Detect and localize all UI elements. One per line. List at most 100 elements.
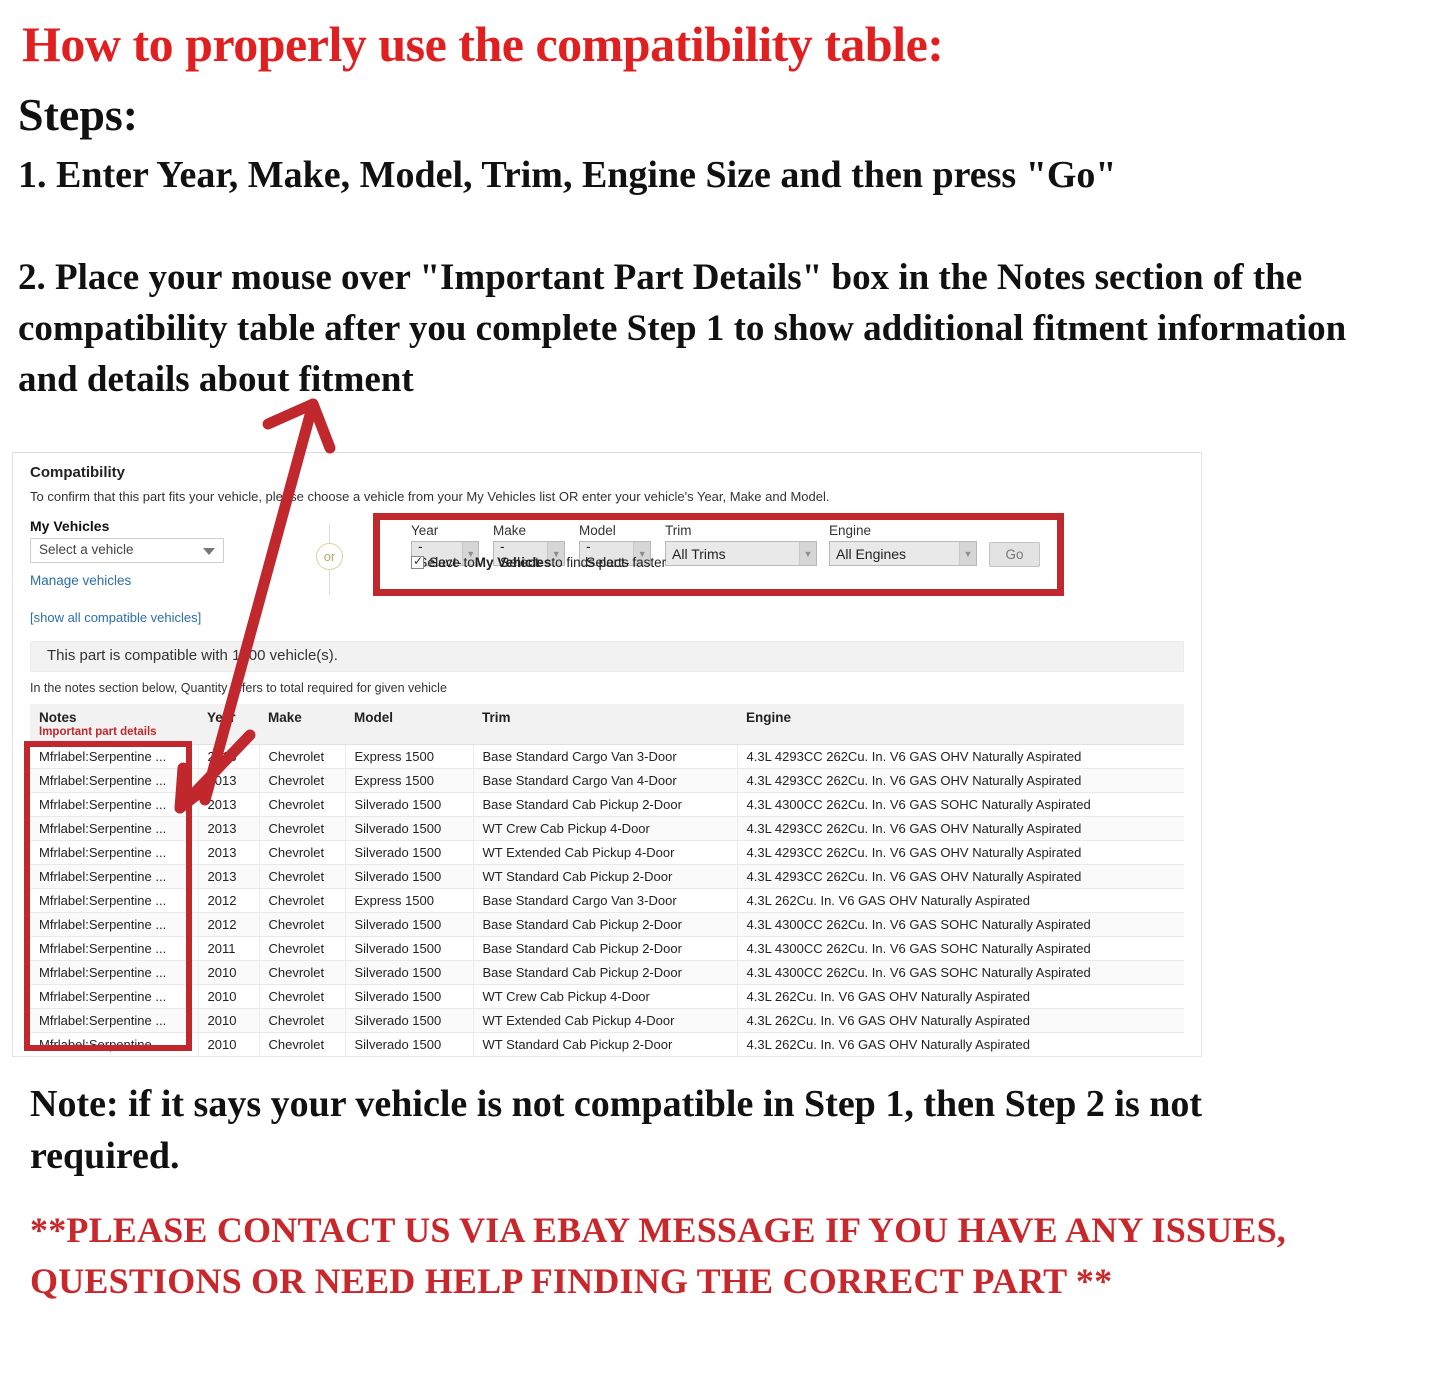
- cell-engine: 4.3L 262Cu. In. V6 GAS OHV Naturally Asp…: [737, 984, 1184, 1009]
- cell-model: Silverado 1500: [345, 936, 474, 961]
- cell-year: 2012: [198, 888, 260, 913]
- model-label: Model: [579, 523, 616, 538]
- save-to-my-vehicles-checkbox[interactable]: [411, 554, 424, 569]
- cell-trim: Base Standard Cab Pickup 2-Door: [473, 936, 738, 961]
- cell-engine: 4.3L 262Cu. In. V6 GAS OHV Naturally Asp…: [737, 1032, 1184, 1057]
- cell-year: 2011: [198, 936, 260, 961]
- cell-make: Chevrolet: [259, 744, 346, 769]
- my-vehicles-label: My Vehicles: [30, 518, 110, 534]
- cell-trim: WT Extended Cab Pickup 4-Door: [473, 1008, 738, 1033]
- cell-year: 2010: [198, 1032, 260, 1057]
- cell-trim: WT Standard Cab Pickup 2-Door: [473, 1032, 738, 1057]
- table-row: Mfrlabel:Serpentine ... 2010 Chevrolet Silv…: [30, 984, 1184, 1009]
- cell-engine: 4.3L 262Cu. In. V6 GAS OHV Naturally Asp…: [737, 888, 1184, 913]
- save-prefix-label: Save to: [429, 555, 475, 570]
- cell-model: Silverado 1500: [345, 960, 474, 985]
- table-row: Mfrlabel:Serpentine ... 2013 Chevrolet Silv…: [30, 816, 1184, 841]
- cell-make: Chevrolet: [259, 864, 346, 889]
- save-suffix-label: to finds parts faster: [551, 555, 667, 570]
- steps-label: Steps:: [18, 89, 139, 140]
- cell-model: Express 1500: [345, 888, 474, 913]
- engine-field[interactable]: Engine All Engines ▼: [829, 523, 977, 566]
- cell-engine: 4.3L 262Cu. In. V6 GAS OHV Naturally Asp…: [737, 1008, 1184, 1033]
- cell-year: 2010: [198, 1008, 260, 1033]
- cell-year: 2013: [198, 864, 260, 889]
- cell-make: Chevrolet: [259, 768, 346, 793]
- cell-year: 2012: [198, 912, 260, 937]
- trim-field[interactable]: Trim All Trims ▼: [665, 523, 817, 566]
- column-header-engine: Engine: [737, 704, 1184, 745]
- cell-model: Silverado 1500: [345, 816, 474, 841]
- cell-model: Silverado 1500: [345, 1008, 474, 1033]
- notes-quantity-hint: In the notes section below, Quantity ref…: [30, 681, 447, 695]
- cell-year: 2010: [198, 960, 260, 985]
- cell-model: Silverado 1500: [345, 912, 474, 937]
- my-vehicles-select-value: Select a vehicle: [39, 542, 134, 557]
- cell-year: 2013: [198, 840, 260, 865]
- table-row: Mfrlabel:Serpentine ... 2013 Chevrolet Silv…: [30, 840, 1184, 865]
- table-row: Mfrlabel:Serpentine ... 2012 Chevrolet Silv…: [30, 912, 1184, 937]
- cell-engine: 4.3L 4300CC 262Cu. In. V6 GAS SOHC Natur…: [737, 912, 1184, 937]
- table-row: Mfrlabel:Serpentine ... 2011 Chevrolet Silv…: [30, 936, 1184, 961]
- cell-engine: 4.3L 4300CC 262Cu. In. V6 GAS SOHC Natur…: [737, 936, 1184, 961]
- bottom-note-text: Note: if it says your vehicle is not com…: [30, 1083, 1203, 1178]
- table-row: Mfrlabel:Serpentine ... 2010 Chevrolet Silv…: [30, 1008, 1184, 1033]
- manage-vehicles-link[interactable]: Manage vehicles: [30, 573, 131, 588]
- compatibility-heading: Compatibility: [30, 464, 126, 481]
- cell-make: Chevrolet: [259, 936, 346, 961]
- cell-trim: WT Extended Cab Pickup 4-Door: [473, 840, 738, 865]
- cell-make: Chevrolet: [259, 1008, 346, 1033]
- or-divider-label: or: [316, 543, 343, 570]
- show-all-compatible-vehicles-link[interactable]: [show all compatible vehicles]: [30, 610, 201, 625]
- cell-model: Express 1500: [345, 768, 474, 793]
- table-row: Mfrlabel:Serpentine ... 2013 Chevrolet Silv…: [30, 792, 1184, 817]
- cell-make: Chevrolet: [259, 792, 346, 817]
- engine-value: All Engines: [836, 545, 907, 562]
- cell-make: Chevrolet: [259, 888, 346, 913]
- cell-trim: Base Standard Cargo Van 4-Door: [473, 768, 738, 793]
- cell-trim: Base Standard Cab Pickup 2-Door: [473, 792, 738, 817]
- trim-label: Trim: [665, 523, 692, 538]
- page-title: How to properly use the compatibility ta…: [22, 16, 944, 72]
- cell-make: Chevrolet: [259, 1032, 346, 1057]
- important-part-details-label[interactable]: Important part details: [39, 726, 198, 738]
- table-row: Mfrlabel:Serpentine ... 2010 Chevrolet Silv…: [30, 960, 1184, 985]
- engine-label: Engine: [829, 523, 872, 538]
- column-header-notes: Notes Important part details: [30, 704, 198, 745]
- compatibility-count-banner: This part is compatible with 1000 vehicl…: [30, 641, 1184, 672]
- cell-engine: 4.3L 4293CC 262Cu. In. V6 GAS OHV Natura…: [737, 816, 1184, 841]
- chevron-down-icon: ▼: [959, 542, 976, 565]
- contact-us-text: **PLEASE CONTACT US VIA EBAY MESSAGE IF …: [30, 1210, 1287, 1302]
- cell-model: Silverado 1500: [345, 864, 474, 889]
- table-row: Mfrlabel:Serpentine ... 2013 Chevrolet Expr…: [30, 768, 1184, 793]
- cell-make: Chevrolet: [259, 816, 346, 841]
- save-bold-label: My Vehicles: [474, 555, 552, 570]
- table-row: Mfrlabel:Serpentine ... 2010 Chevrolet Silv…: [30, 1032, 1184, 1057]
- table-header-row: Notes Important part details Year Make M…: [30, 704, 1184, 745]
- step-1-text: 1. Enter Year, Make, Model, Trim, Engine…: [18, 154, 1117, 196]
- cell-model: Silverado 1500: [345, 1032, 474, 1057]
- cell-year: 2013: [198, 744, 260, 769]
- cell-model: Silverado 1500: [345, 984, 474, 1009]
- cell-year: 2013: [198, 768, 260, 793]
- cell-trim: WT Standard Cab Pickup 2-Door: [473, 864, 738, 889]
- compatibility-table-body: Mfrlabel:Serpentine ... 2013 Chevrolet Expr…: [30, 744, 1184, 1057]
- go-button[interactable]: Go: [989, 542, 1040, 567]
- column-header-year: Year: [198, 704, 259, 745]
- cell-year: 2013: [198, 816, 260, 841]
- cell-model: Express 1500: [345, 744, 474, 769]
- cell-model: Silverado 1500: [345, 792, 474, 817]
- year-label: Year: [411, 523, 439, 538]
- cell-trim: WT Crew Cab Pickup 4-Door: [473, 984, 738, 1009]
- table-row: Mfrlabel:Serpentine ... 2012 Chevrolet Expr…: [30, 888, 1184, 913]
- notes-column-highlight-box: [24, 741, 192, 1051]
- my-vehicles-select[interactable]: Select a vehicle: [30, 538, 224, 563]
- save-to-my-vehicles-row[interactable]: Save to My Vehicles to finds parts faste…: [411, 554, 667, 570]
- engine-dropdown[interactable]: All Engines ▼: [829, 541, 977, 566]
- cell-trim: WT Crew Cab Pickup 4-Door: [473, 816, 738, 841]
- cell-engine: 4.3L 4293CC 262Cu. In. V6 GAS OHV Natura…: [737, 840, 1184, 865]
- trim-value: All Trims: [672, 545, 726, 562]
- cell-engine: 4.3L 4300CC 262Cu. In. V6 GAS SOHC Natur…: [737, 960, 1184, 985]
- make-label: Make: [493, 523, 527, 538]
- trim-dropdown[interactable]: All Trims ▼: [665, 541, 817, 566]
